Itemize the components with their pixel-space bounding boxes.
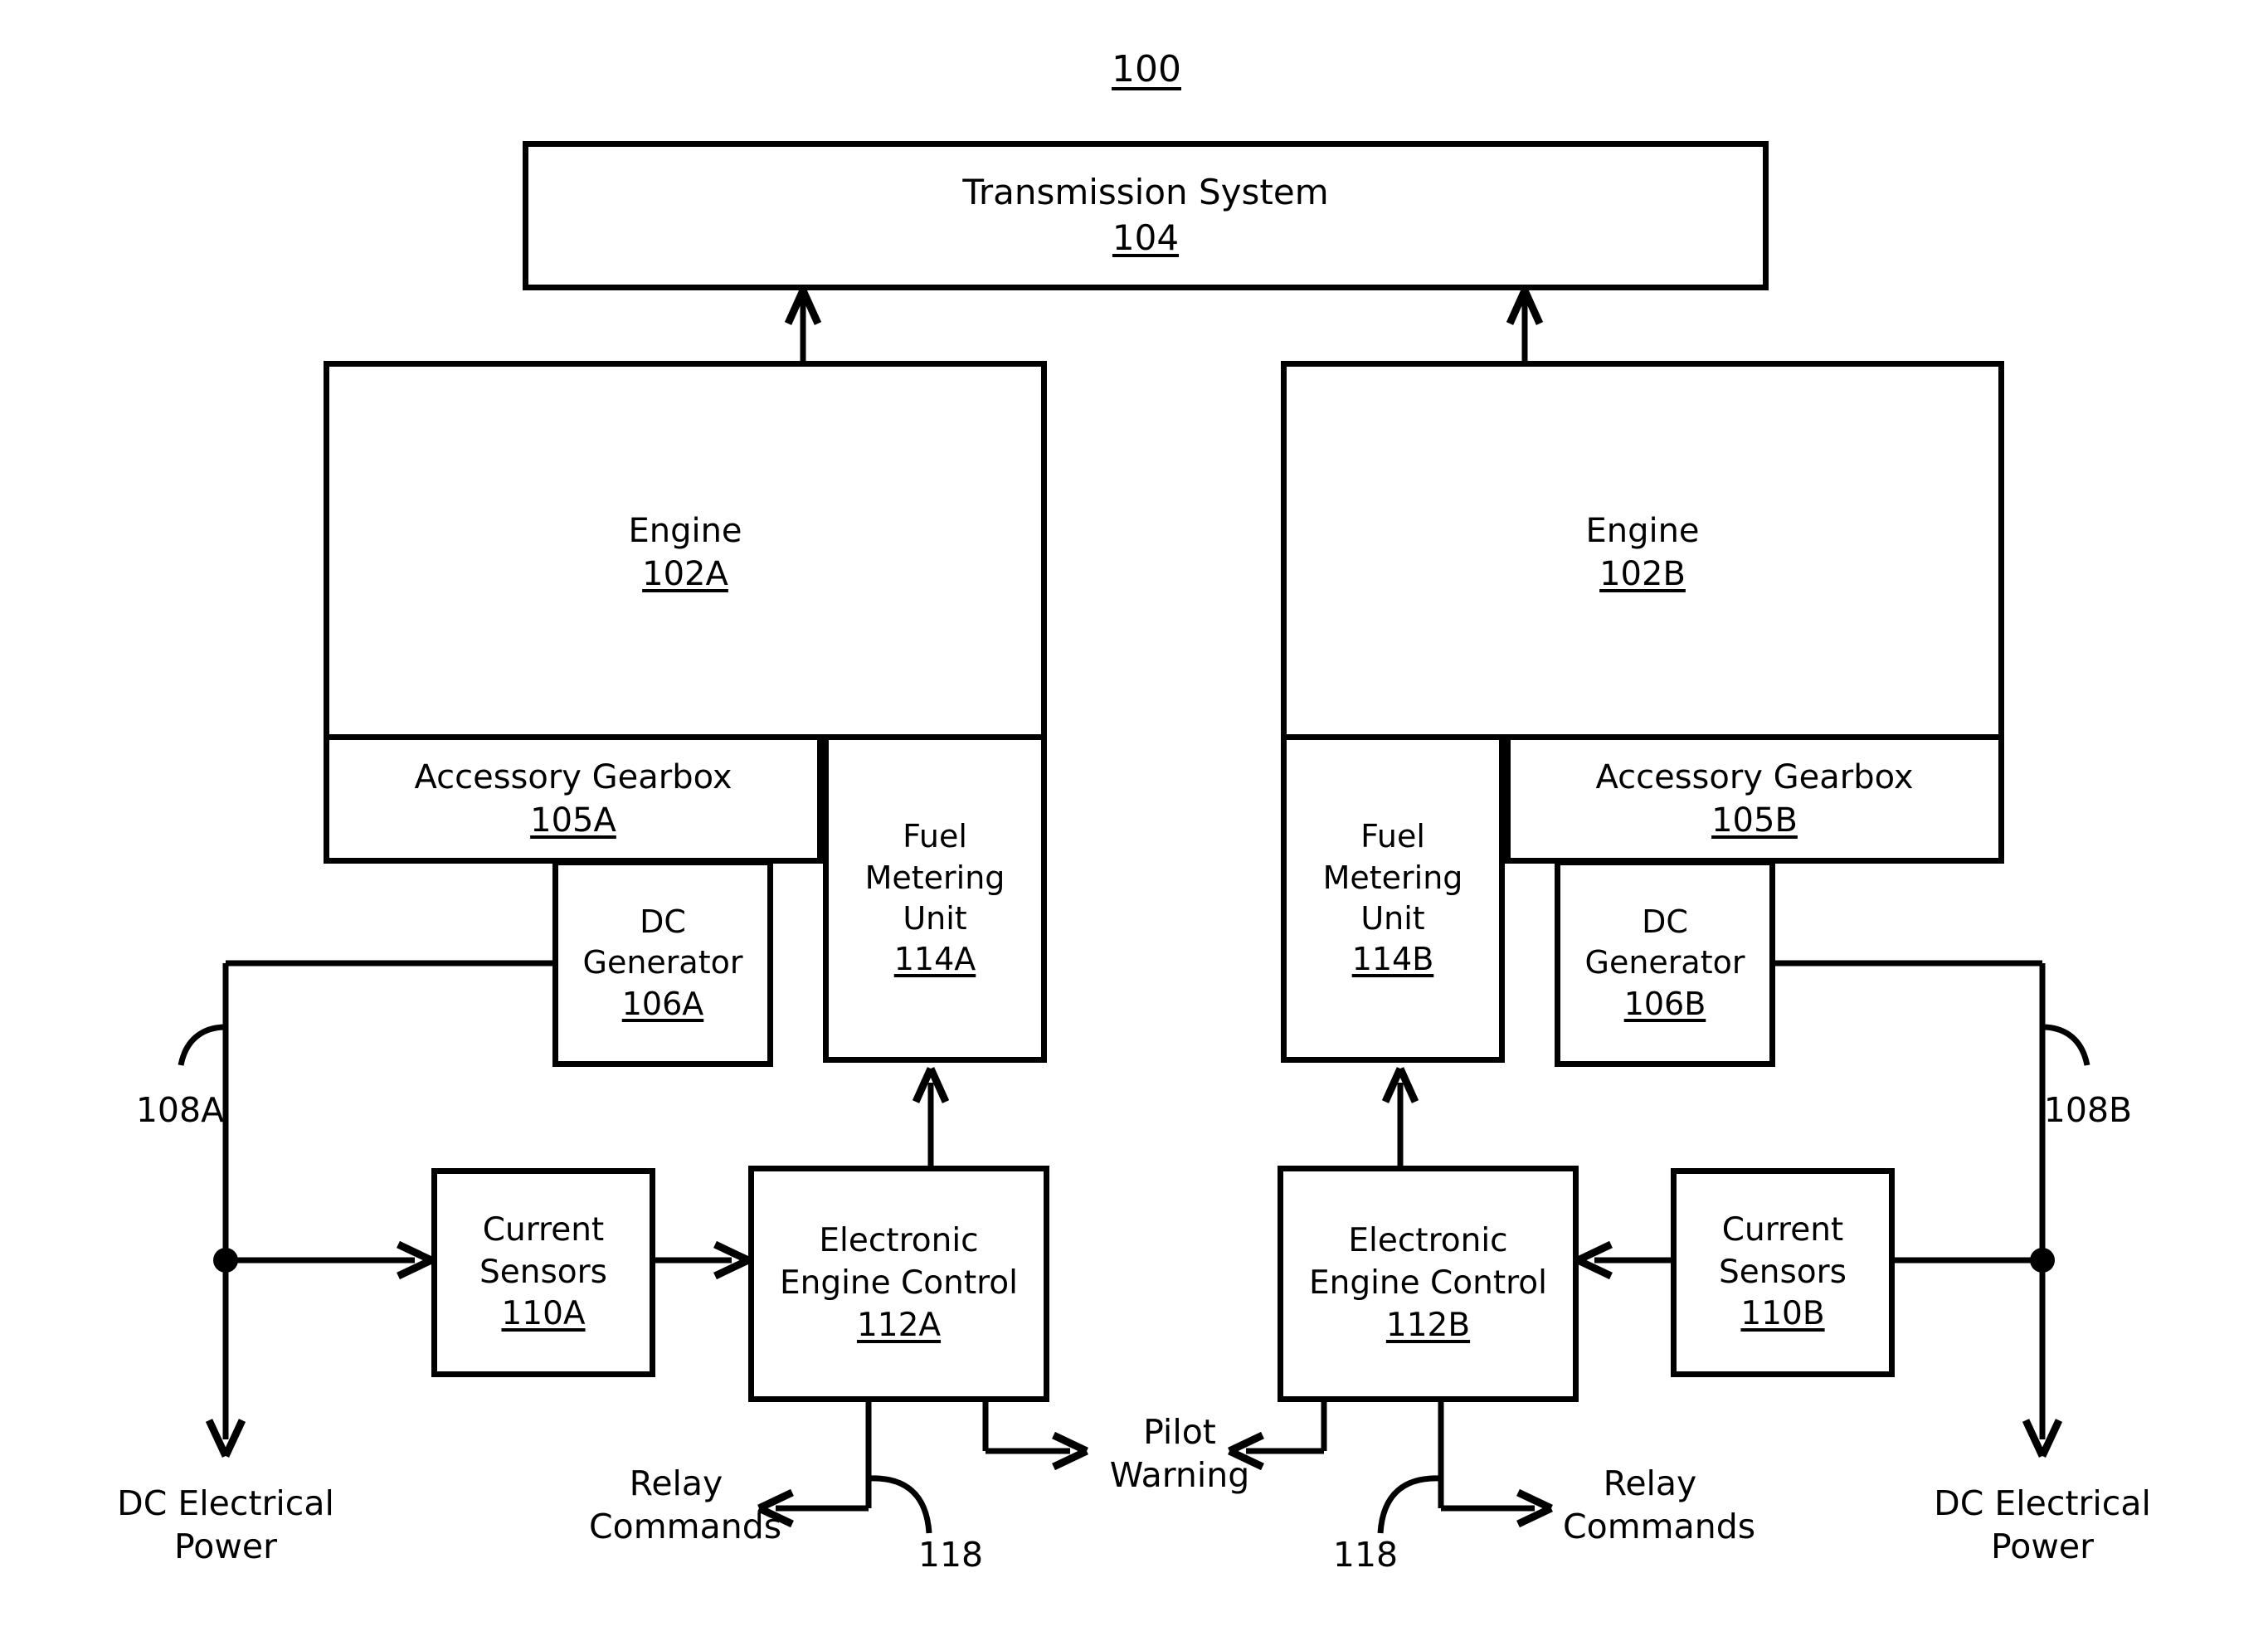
wire-sensors-b-to-eec-b [1576,1240,1671,1280]
block-accessory-gearbox-b: Accessory Gearbox 105B [1505,734,2004,864]
block-dc-generator-a: DC Generator 106A [552,859,773,1067]
block-electronic-engine-control-b: Electronic Engine Control 112B [1278,1166,1579,1402]
label-108a: 108A [135,1090,225,1130]
current-sensors-b-title: Current Sensors [1718,1210,1847,1291]
fuel-metering-unit-a-ref: 114A [893,941,976,978]
dc-generator-a-title: DC Generator [582,903,743,981]
engine-a-title: Engine [628,512,742,550]
leader-118-left [868,1475,932,1534]
accessory-gearbox-b-title: Accessory Gearbox [1595,758,1914,796]
dc-generator-b-ref: 106B [1623,985,1706,1022]
wire-engine-b-to-transmission [1506,289,1544,361]
wire-engine-a-to-transmission [784,289,822,361]
accessory-gearbox-a-title: Accessory Gearbox [414,758,732,796]
engine-b-title: Engine [1585,512,1700,550]
dc-generator-b-title: DC Generator [1584,903,1745,981]
wire-eec-b-relay-commands [1438,1402,1553,1528]
wire-eec-a-relay-commands [757,1402,872,1528]
label-relay-commands-a: Relay Commands [589,1463,782,1547]
fuel-metering-unit-b-title: Fuel Metering Unit [1322,818,1463,937]
leader-108a [178,1024,226,1066]
figure-number: 100 [1112,48,1181,90]
engine-a-ref: 102A [642,555,728,593]
wire-eec-b-to-fmu-b [1381,1067,1419,1166]
transmission-system-ref: 104 [1112,217,1180,258]
label-pilot-warning: Pilot Warning [1109,1412,1250,1496]
engine-b-ref: 102B [1599,555,1686,593]
block-dc-generator-b: DC Generator 106B [1555,859,1775,1067]
accessory-gearbox-a-ref: 105A [530,801,616,840]
wire-sensors-a-to-eec-a [655,1240,750,1280]
block-current-sensors-b: Current Sensors 110B [1671,1168,1895,1377]
eec-a-ref: 112A [856,1306,942,1344]
fuel-metering-unit-a-title: Fuel Metering Unit [864,818,1005,937]
current-sensors-a-title: Current Sensors [479,1210,607,1291]
fuel-metering-unit-b-ref: 114B [1351,941,1434,978]
dc-generator-a-ref: 106A [621,985,704,1022]
current-sensors-b-ref: 110B [1740,1295,1825,1333]
label-118-right: 118 [1332,1535,1399,1575]
label-118-left: 118 [917,1535,984,1575]
block-accessory-gearbox-a: Accessory Gearbox 105A [324,734,823,864]
eec-b-title: Electronic Engine Control [1308,1222,1548,1303]
block-transmission-system: Transmission System 104 [523,141,1769,290]
eec-a-title: Electronic Engine Control [779,1222,1019,1303]
leader-108b [2042,1024,2090,1066]
block-engine-b: Engine 102B [1281,361,2004,738]
label-dc-electrical-power-a: DC Electrical Power [117,1483,334,1567]
wire-eec-a-to-fmu-a [912,1067,950,1166]
block-electronic-engine-control-a: Electronic Engine Control 112A [748,1166,1049,1402]
transmission-system-title: Transmission System [962,172,1329,213]
wire-eec-a-pilot-warning [982,1402,1088,1471]
block-fuel-metering-unit-b: Fuel Metering Unit 114B [1281,734,1505,1063]
label-dc-electrical-power-b: DC Electrical Power [1934,1483,2151,1567]
patent-diagram-canvas: 100 Transmission System 104 Engine 102A … [0,0,2268,1641]
current-sensors-a-ref: 110A [501,1295,586,1333]
block-fuel-metering-unit-a: Fuel Metering Unit 114A [823,734,1047,1063]
block-current-sensors-a: Current Sensors 110A [431,1168,655,1377]
label-relay-commands-b: Relay Commands [1563,1463,1756,1547]
label-108b: 108B [2043,1090,2133,1130]
leader-118-right [1377,1475,1442,1534]
accessory-gearbox-b-ref: 105B [1711,801,1798,840]
block-engine-a: Engine 102A [324,361,1047,738]
eec-b-ref: 112B [1385,1306,1471,1344]
